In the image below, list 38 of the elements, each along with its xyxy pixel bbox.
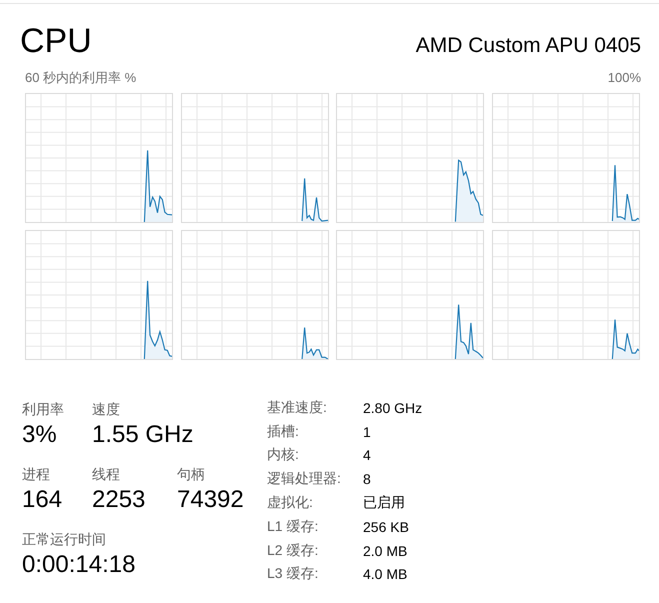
stat-label: 速度 [92, 400, 121, 419]
detail-label: 虚拟化: [267, 494, 314, 512]
stat-value: 0:00:14:18 [22, 550, 136, 580]
stat-label: 线程 [92, 465, 121, 484]
stat-label: 进程 [22, 465, 51, 484]
detail-value: 8 [363, 471, 372, 488]
processor-model: AMD Custom APU 0405 [416, 33, 641, 59]
detail-label: 基准速度: [267, 398, 328, 417]
detail-value: 已启用 [363, 494, 406, 512]
usage-sparkline [301, 178, 328, 222]
usage-sparkline [301, 326, 328, 359]
detail-label: L1 缓存: [267, 518, 320, 536]
usage-sparkline [454, 304, 483, 359]
detail-label: L2 缓存: [267, 542, 320, 560]
stat-value: 3% [22, 420, 58, 450]
graph-caption: 60 秒内的利用率 % [25, 70, 136, 86]
detail-value: 4.0 MB [363, 566, 408, 582]
stat-value: 1.55 GHz [92, 420, 194, 450]
stat-value: 74392 [177, 485, 244, 515]
detail-value: 256 KB [363, 518, 410, 535]
stat-value: 164 [22, 485, 64, 515]
detail-label: 逻辑处理器: [267, 470, 342, 488]
detail-value: 4 [363, 447, 372, 464]
stat-label: 正常运行时间 [22, 530, 107, 549]
detail-label: 插槽: [267, 422, 300, 441]
detail-value: 2.80 GHz [363, 400, 422, 416]
detail-value: 1 [363, 424, 372, 440]
detail-label: L3 缓存: [267, 565, 320, 584]
usage-sparkline [611, 164, 638, 222]
stat-label: 句柄 [177, 465, 206, 484]
cpu-title: CPU [20, 21, 92, 62]
max-percent-label: 100% [608, 70, 641, 86]
detail-label: 内核: [267, 446, 300, 464]
usage-sparkline [454, 159, 483, 222]
detail-value: 2.0 MB [363, 542, 408, 559]
stat-value: 2253 [92, 485, 146, 515]
stat-label: 利用率 [22, 400, 65, 419]
usage-sparkline [611, 319, 638, 359]
